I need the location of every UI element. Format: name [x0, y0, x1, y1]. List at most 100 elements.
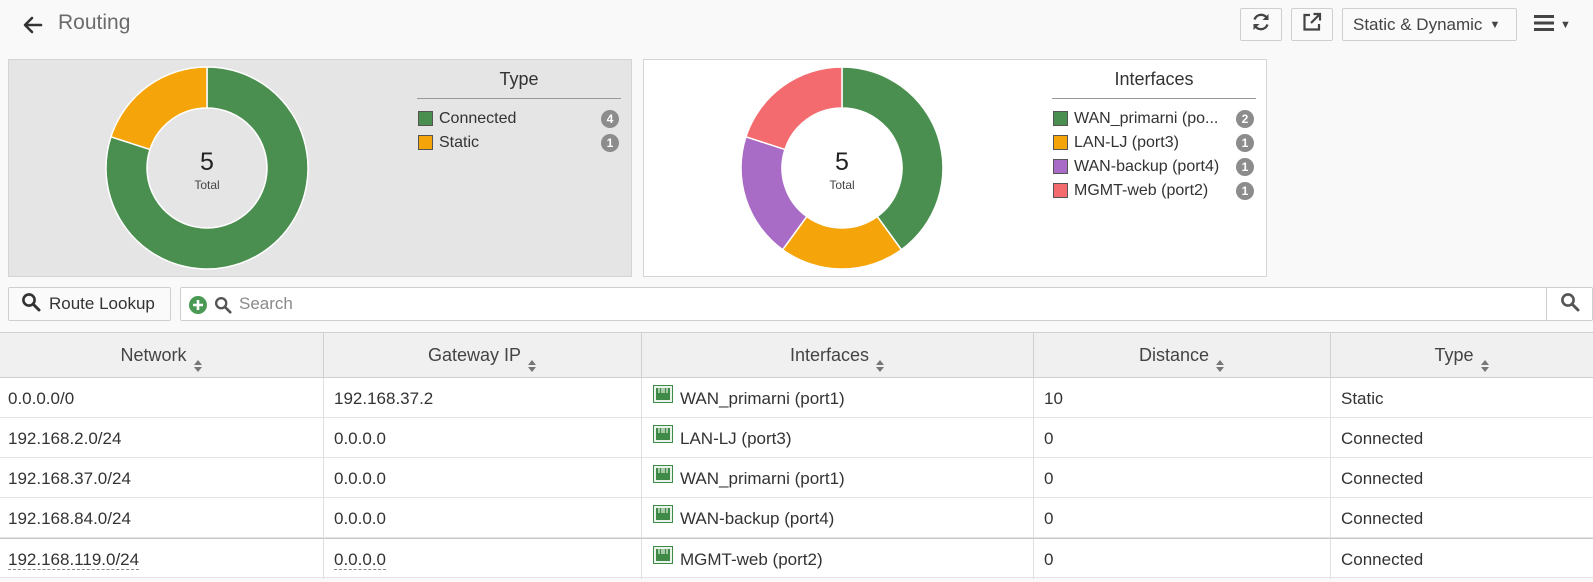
column-label: Type [1434, 345, 1474, 365]
count-badge: 1 [1236, 182, 1254, 200]
donut-total-value: 5 [200, 148, 214, 176]
count-badge: 2 [1236, 110, 1254, 128]
route-lookup-label: Route Lookup [49, 294, 155, 313]
column-header-distance[interactable]: Distance [1034, 333, 1331, 377]
donut-total-label: Total [194, 178, 220, 192]
cell-gateway: 0.0.0.0 [324, 418, 642, 458]
legend-label: LAN-LJ (port3) [1074, 134, 1179, 151]
search-icon [1560, 292, 1580, 317]
legend-item-wan-primarni[interactable]: WAN_primarni (po... 2 [1052, 107, 1256, 131]
column-label: Gateway IP [427, 345, 522, 365]
donut-center: 5 Total [104, 65, 310, 271]
cell-type: Static [1341, 389, 1384, 408]
donut-total-label: Total [829, 178, 855, 192]
legend-label: Connected [439, 110, 517, 127]
caret-down-icon: ▼ [1560, 19, 1571, 31]
table-row[interactable]: 192.168.84.0/24 0.0.0.0 WAN-backup (port… [0, 498, 1593, 538]
table-row[interactable]: 192.168.37.0/24 0.0.0.0 WAN_primarni (po… [0, 458, 1593, 498]
legend-item-lan-lj[interactable]: LAN-LJ (port3) 1 [1052, 131, 1256, 155]
interfaces-donut-chart[interactable]: 5 Total [739, 65, 945, 271]
refresh-button[interactable] [1240, 8, 1282, 41]
refresh-icon [1250, 11, 1272, 38]
ethernet-port-icon [653, 497, 673, 539]
legend-item-static[interactable]: Static 1 [417, 131, 621, 155]
main-menu-button[interactable]: ▼ [1534, 12, 1578, 38]
cell-distance: 0 [1034, 539, 1331, 579]
cell-type: Connected [1341, 429, 1424, 448]
legend-item-mgmt-web[interactable]: MGMT-web (port2) 1 [1052, 179, 1256, 203]
column-label: Distance [1138, 345, 1210, 365]
cell-type: Connected [1341, 550, 1424, 569]
column-label: Interfaces [789, 345, 870, 365]
cell-gateway: 192.168.37.2 [324, 378, 642, 418]
routing-table: Network Gateway IP Interfaces Distance T… [0, 332, 1593, 579]
table-row[interactable]: 192.168.119.0/24 0.0.0.0 MGMT-web (port2… [0, 538, 1593, 579]
column-label: Network [120, 345, 187, 365]
table-row[interactable]: 0.0.0.0/0 192.168.37.2 WAN_primarni (por… [0, 378, 1593, 418]
legend-title: Type [417, 69, 621, 99]
count-badge: 1 [601, 134, 619, 152]
donut-total-value: 5 [835, 148, 849, 176]
cell-distance: 10 [1034, 378, 1331, 418]
legend-title: Interfaces [1052, 69, 1256, 99]
legend-swatch [1053, 183, 1068, 198]
legend-label: MGMT-web (port2) [1074, 182, 1209, 199]
interface-label: MGMT-web (port2) [680, 550, 823, 569]
cell-distance: 0 [1034, 498, 1331, 538]
cell-interface: WAN-backup (port4) [642, 498, 1034, 538]
donut-center: 5 Total [739, 65, 945, 271]
cell-interface: MGMT-web (port2) [642, 539, 1034, 579]
ethernet-port-icon [653, 377, 673, 419]
sort-icon [1215, 346, 1225, 373]
search-box [180, 287, 1593, 321]
cell-interface: LAN-LJ (port3) [642, 418, 1034, 458]
search-submit-button[interactable] [1546, 288, 1592, 320]
legend-item-connected[interactable]: Connected 4 [417, 107, 621, 131]
cell-distance: 0 [1034, 418, 1331, 458]
external-link-icon [1301, 11, 1323, 38]
type-donut-chart[interactable]: 5 Total [104, 65, 310, 271]
legend-label: WAN_primarni (po... [1074, 110, 1219, 127]
column-header-interfaces[interactable]: Interfaces [642, 333, 1034, 377]
interfaces-legend: Interfaces WAN_primarni (po... 2 LAN-LJ … [1052, 69, 1256, 203]
search-input[interactable] [237, 292, 1517, 316]
search-icon [21, 292, 49, 317]
ethernet-port-icon [653, 538, 673, 580]
count-badge: 1 [1236, 134, 1254, 152]
cell-network: 192.168.119.0/24 [0, 539, 324, 579]
count-badge: 1 [1236, 158, 1254, 176]
legend-swatch [1053, 159, 1068, 174]
hamburger-icon [1534, 14, 1554, 37]
cell-gateway: 0.0.0.0 [324, 498, 642, 538]
table-row[interactable]: 192.168.2.0/24 0.0.0.0 LAN-LJ (port3) 0 … [0, 418, 1593, 458]
search-icon [214, 296, 232, 319]
interface-label: WAN_primarni (port1) [680, 469, 845, 488]
cell-network: 192.168.37.0/24 [0, 458, 324, 498]
page-title: Routing [58, 11, 131, 34]
cell-gateway: 0.0.0.0 [324, 458, 642, 498]
column-header-gateway-ip[interactable]: Gateway IP [324, 333, 642, 377]
legend-item-wan-backup[interactable]: WAN-backup (port4) 1 [1052, 155, 1256, 179]
back-arrow-icon[interactable] [20, 12, 46, 38]
sort-icon [193, 346, 203, 373]
legend-swatch [1053, 111, 1068, 126]
route-lookup-button[interactable]: Route Lookup [8, 287, 171, 321]
legend-label: WAN-backup (port4) [1074, 158, 1220, 175]
network-link[interactable]: 192.168.119.0/24 [8, 551, 140, 570]
cell-gateway: 0.0.0.0 [324, 539, 642, 579]
view-mode-select[interactable]: Static & Dynamic ▼ [1342, 8, 1517, 41]
column-header-network[interactable]: Network [0, 333, 324, 377]
view-mode-label: Static & Dynamic [1353, 14, 1483, 34]
cell-distance: 0 [1034, 458, 1331, 498]
count-badge: 4 [601, 110, 619, 128]
legend-swatch [1053, 135, 1068, 150]
interface-label: WAN-backup (port4) [680, 509, 835, 528]
popout-button[interactable] [1291, 8, 1333, 41]
cell-interface: WAN_primarni (port1) [642, 458, 1034, 498]
cell-network: 192.168.84.0/24 [0, 498, 324, 538]
column-header-type[interactable]: Type [1331, 333, 1593, 377]
sort-icon [875, 346, 885, 373]
add-filter-icon[interactable] [188, 295, 208, 320]
legend-swatch [418, 135, 433, 150]
gateway-link[interactable]: 0.0.0.0 [334, 551, 386, 570]
